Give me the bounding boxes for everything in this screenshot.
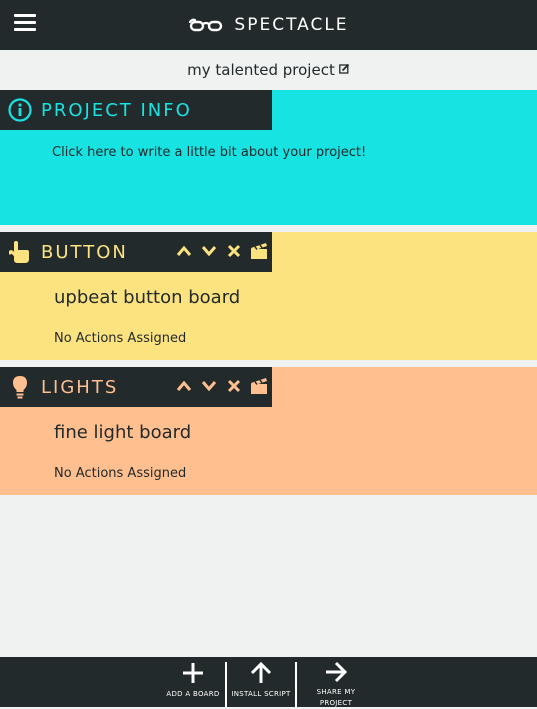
- project-title[interactable]: my talented project: [187, 61, 335, 79]
- add-board-button[interactable]: ADD A BOARD: [160, 657, 226, 707]
- move-up-icon[interactable]: [174, 375, 194, 397]
- clapperboard-icon[interactable]: [249, 375, 269, 397]
- board-name[interactable]: upbeat button board: [54, 287, 240, 308]
- move-down-icon[interactable]: [199, 240, 219, 262]
- spectacles-logo-icon: [189, 18, 223, 32]
- lights-board-tab: LIGHTS: [0, 367, 272, 407]
- plus-icon: [182, 661, 204, 685]
- toolbar-divider: [225, 662, 227, 707]
- install-script-button[interactable]: INSTALL SCRIPT: [228, 657, 294, 707]
- project-info-section: PROJECT INFO Click here to write a littl…: [0, 90, 537, 225]
- button-board-section: BUTTON upbeat button board No Actions As…: [0, 232, 537, 360]
- delete-icon[interactable]: [224, 240, 244, 262]
- top-bar: SPECTACLE: [0, 0, 537, 50]
- install-script-label: INSTALL SCRIPT: [231, 690, 291, 698]
- project-info-label: PROJECT INFO: [41, 99, 192, 121]
- button-board-type-label: BUTTON: [41, 241, 128, 263]
- arrow-up-icon: [250, 661, 272, 685]
- brand: SPECTACLE: [0, 0, 537, 50]
- move-down-icon[interactable]: [199, 375, 219, 397]
- lightbulb-icon: [7, 374, 33, 400]
- info-icon: [7, 97, 33, 123]
- share-project-button[interactable]: SHARE MY PROJECT: [303, 657, 369, 707]
- board-name[interactable]: fine light board: [54, 422, 191, 443]
- edit-icon[interactable]: [338, 63, 350, 77]
- board-actions-status: No Actions Assigned: [54, 466, 187, 481]
- delete-icon[interactable]: [224, 375, 244, 397]
- lights-board-section: LIGHTS fine light board No Actions Assig…: [0, 367, 537, 495]
- app-title: SPECTACLE: [234, 15, 349, 35]
- bottom-toolbar: ADD A BOARD INSTALL SCRIPT SHARE MY PROJ…: [0, 657, 537, 707]
- add-board-label: ADD A BOARD: [166, 690, 220, 698]
- lights-board-type-label: LIGHTS: [41, 376, 119, 398]
- move-up-icon[interactable]: [174, 240, 194, 262]
- project-description[interactable]: Click here to write a little bit about y…: [52, 145, 366, 160]
- project-title-row[interactable]: my talented project: [0, 50, 537, 90]
- button-board-tab: BUTTON: [0, 232, 272, 272]
- clapperboard-icon[interactable]: [249, 240, 269, 262]
- board-actions-status: No Actions Assigned: [54, 331, 187, 346]
- hamburger-menu-icon[interactable]: [14, 14, 36, 36]
- share-project-label: SHARE MY PROJECT: [316, 688, 356, 707]
- toolbar-divider: [295, 662, 297, 707]
- arrow-right-icon: [325, 661, 347, 683]
- project-info-tab: PROJECT INFO: [0, 90, 272, 130]
- hand-pointer-icon: [7, 239, 33, 265]
